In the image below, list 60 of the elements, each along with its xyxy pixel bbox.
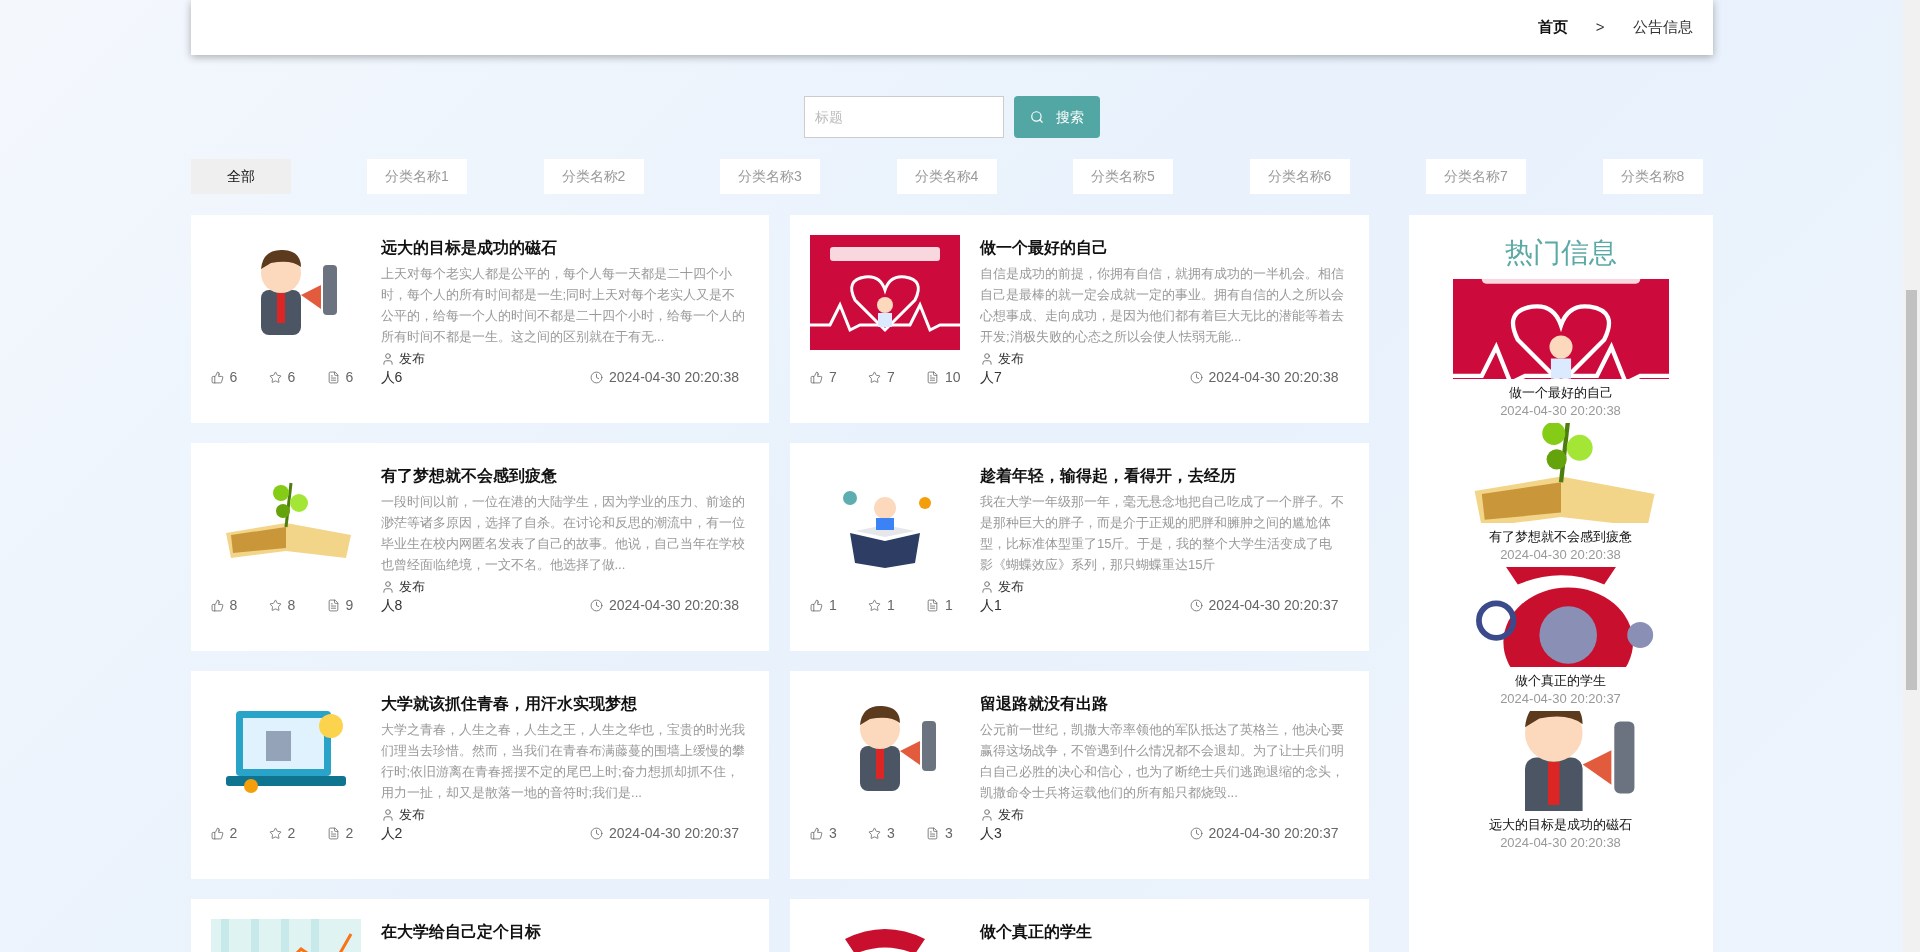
publish-label: 发布 bbox=[998, 806, 1024, 824]
publish-time: 2024-04-30 20:20:38 bbox=[590, 594, 739, 616]
breadcrumb-link[interactable]: 公告信息 bbox=[1632, 16, 1693, 39]
title-search-field[interactable]: 标题 bbox=[803, 96, 1004, 138]
publish-time: 2024-04-30 20:20:38 bbox=[1189, 366, 1339, 388]
hot-item-time: 2024-04-30 20:20:38 bbox=[1500, 402, 1621, 420]
publisher-name: 人7 bbox=[980, 367, 1002, 387]
favorites-count[interactable]: 2 bbox=[268, 822, 327, 844]
article-title[interactable]: 趁着年轻，输得起，看得开，去经历 bbox=[980, 465, 1345, 487]
favorites-count[interactable]: 1 bbox=[868, 594, 926, 616]
article-title[interactable]: 大学就该抓住青春，用汗水实现梦想 bbox=[380, 693, 746, 715]
publisher-name: 人2 bbox=[380, 823, 403, 843]
likes-count[interactable]: 6 bbox=[210, 366, 269, 388]
favorites-count[interactable]: 3 bbox=[868, 822, 926, 844]
comments-count[interactable]: 6 bbox=[326, 366, 354, 388]
publish-label: 发布 bbox=[398, 350, 425, 368]
publish-label: 发布 bbox=[398, 806, 425, 824]
hot-item-title[interactable]: 远大的目标是成功的磁石 bbox=[1489, 816, 1632, 834]
hot-title: 热门信息 bbox=[1504, 236, 1617, 270]
hot-item-time: 2024-04-30 20:20:37 bbox=[1500, 690, 1621, 708]
publish-label: 发布 bbox=[998, 578, 1024, 596]
hot-item-time: 2024-04-30 20:20:38 bbox=[1500, 834, 1621, 852]
likes-count[interactable]: 8 bbox=[210, 594, 269, 616]
likes-count[interactable]: 3 bbox=[810, 822, 868, 844]
comments-count[interactable]: 9 bbox=[326, 594, 354, 616]
breadcrumb-link[interactable]: 首页 bbox=[1537, 16, 1568, 39]
breadcrumb-separator: > bbox=[1595, 17, 1605, 38]
comments-count[interactable]: 2 bbox=[326, 822, 354, 844]
article-title[interactable]: 在大学给自己定个目标 bbox=[380, 921, 746, 943]
publish-label: 发布 bbox=[398, 578, 425, 596]
comments-count[interactable]: 3 bbox=[926, 822, 953, 844]
likes-count[interactable]: 1 bbox=[810, 594, 868, 616]
comments-count[interactable]: 1 bbox=[926, 594, 953, 616]
hot-item-title[interactable]: 有了梦想就不会感到疲惫 bbox=[1489, 528, 1632, 546]
comments-count[interactable]: 10 bbox=[926, 366, 961, 388]
publish-time: 2024-04-30 20:20:37 bbox=[1189, 822, 1339, 844]
hot-item-title[interactable]: 做一个最好的自己 bbox=[1508, 384, 1613, 402]
article-title[interactable]: 做一个最好的自己 bbox=[980, 237, 1345, 259]
hot-item-time: 2024-04-30 20:20:38 bbox=[1500, 546, 1621, 564]
article-card[interactable]: 做个真正的学生 bbox=[790, 899, 1369, 952]
publish-time: 2024-04-30 20:20:37 bbox=[590, 822, 739, 844]
publish-time: 2024-04-30 20:20:37 bbox=[1189, 594, 1339, 616]
favorites-count[interactable]: 7 bbox=[868, 366, 926, 388]
category-tab[interactable]: 全部 bbox=[190, 159, 291, 194]
favorites-count[interactable]: 6 bbox=[268, 366, 327, 388]
favorites-count[interactable]: 8 bbox=[268, 594, 327, 616]
likes-count[interactable]: 7 bbox=[810, 366, 868, 388]
article-title[interactable]: 有了梦想就不会感到疲惫 bbox=[380, 465, 746, 487]
publisher-name: 人3 bbox=[980, 823, 1002, 843]
article-title[interactable]: 远大的目标是成功的磁石 bbox=[380, 237, 746, 259]
publish-time: 2024-04-30 20:20:38 bbox=[590, 366, 739, 388]
likes-count[interactable]: 2 bbox=[210, 822, 269, 844]
publish-label: 发布 bbox=[998, 350, 1024, 368]
article-card[interactable]: 在大学给自己定个目标 bbox=[190, 899, 769, 952]
publisher-name: 人6 bbox=[380, 367, 403, 387]
article-title[interactable]: 做个真正的学生 bbox=[980, 921, 1345, 943]
article-title[interactable]: 留退路就没有出路 bbox=[980, 693, 1345, 715]
publisher-name: 人8 bbox=[380, 595, 403, 615]
publisher-name: 人1 bbox=[980, 595, 1002, 615]
hot-item-title[interactable]: 做个真正的学生 bbox=[1515, 672, 1606, 690]
